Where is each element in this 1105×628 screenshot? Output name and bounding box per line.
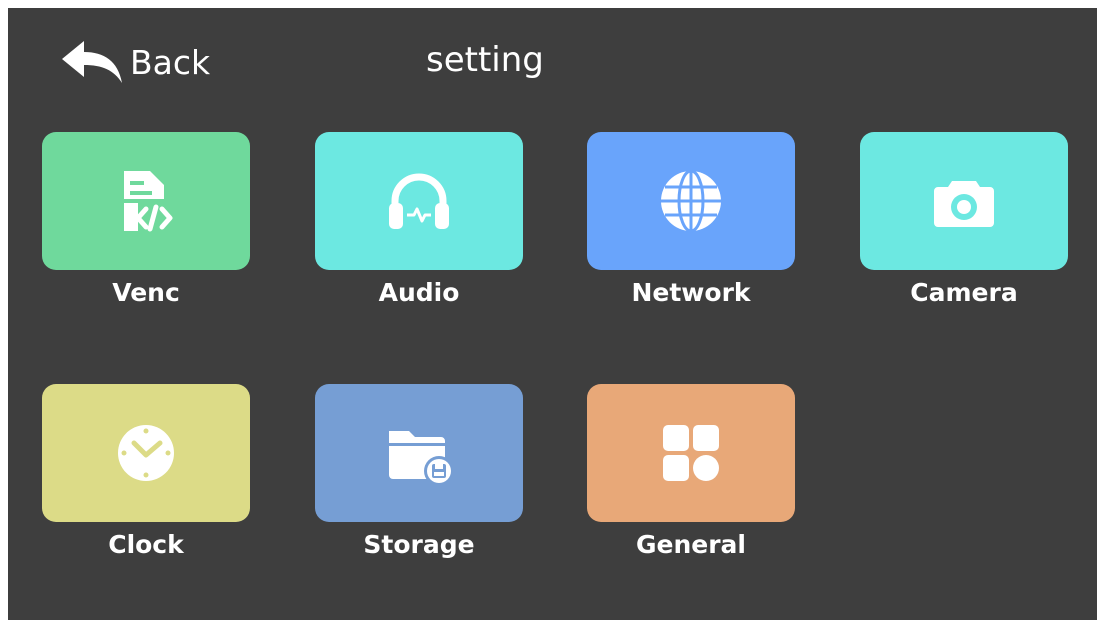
- code-file-icon: [124, 171, 173, 232]
- globe-icon: [661, 169, 721, 233]
- venc-label: Venc: [112, 278, 180, 307]
- back-button[interactable]: Back: [60, 38, 210, 86]
- clock-icon: [118, 425, 174, 481]
- folder-save-icon: [389, 431, 454, 486]
- clock-label: Clock: [108, 530, 184, 559]
- camera-tile-box: [860, 132, 1068, 270]
- page-title: setting: [426, 40, 544, 80]
- audio-tile-box: [315, 132, 523, 270]
- back-arrow-icon: [62, 41, 122, 83]
- clock-tile-box: [42, 384, 250, 522]
- clock-tile[interactable]: Clock: [42, 384, 250, 559]
- settings-screen: Back setting Venc Audio Network Camera C…: [8, 8, 1097, 620]
- venc-tile-box: [42, 132, 250, 270]
- camera-icon: [934, 181, 994, 227]
- venc-tile[interactable]: Venc: [42, 132, 250, 307]
- storage-tile[interactable]: Storage: [315, 384, 523, 559]
- general-tile-box: [587, 384, 795, 522]
- grid-shapes-icon: [663, 425, 719, 481]
- network-tile-box: [587, 132, 795, 270]
- storage-tile-box: [315, 384, 523, 522]
- back-label: Back: [130, 42, 211, 82]
- audio-label: Audio: [378, 278, 460, 307]
- camera-label: Camera: [910, 278, 1018, 307]
- audio-tile[interactable]: Audio: [315, 132, 523, 307]
- storage-label: Storage: [363, 530, 475, 559]
- camera-tile[interactable]: Camera: [860, 132, 1068, 307]
- general-tile[interactable]: General: [587, 384, 795, 559]
- network-tile[interactable]: Network: [587, 132, 795, 307]
- general-label: General: [636, 530, 746, 559]
- network-label: Network: [631, 278, 751, 307]
- headphones-icon: [389, 173, 449, 229]
